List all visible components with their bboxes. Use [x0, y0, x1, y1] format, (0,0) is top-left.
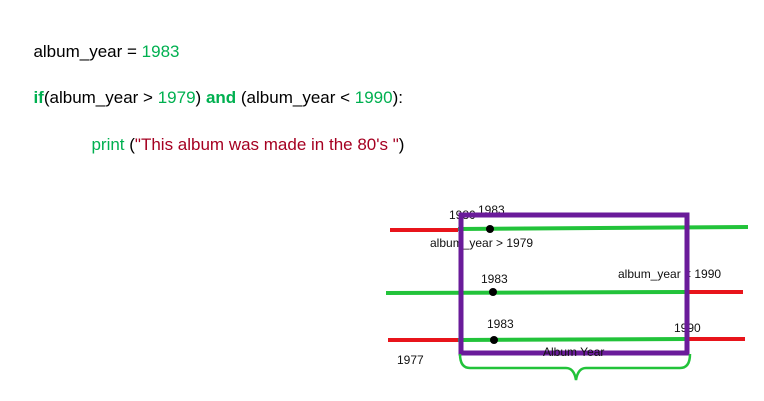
row3-start-label: 1977	[397, 353, 424, 367]
range-diagram: 1980 1983 album_year > 1979 1983 album_y…	[385, 203, 749, 381]
row2-point	[489, 288, 497, 296]
row2-point-label: 1983	[481, 272, 508, 286]
brace-label: Album Year	[543, 345, 604, 359]
row3-point	[490, 336, 498, 344]
row2-green-segment	[385, 290, 688, 295]
row2-condition-label: album_year < 1990	[618, 267, 721, 281]
row1-point	[486, 225, 494, 233]
row3-point-label: 1983	[487, 317, 514, 331]
row1-condition-label: album_year > 1979	[430, 236, 533, 250]
row1-green-segment	[457, 225, 749, 231]
